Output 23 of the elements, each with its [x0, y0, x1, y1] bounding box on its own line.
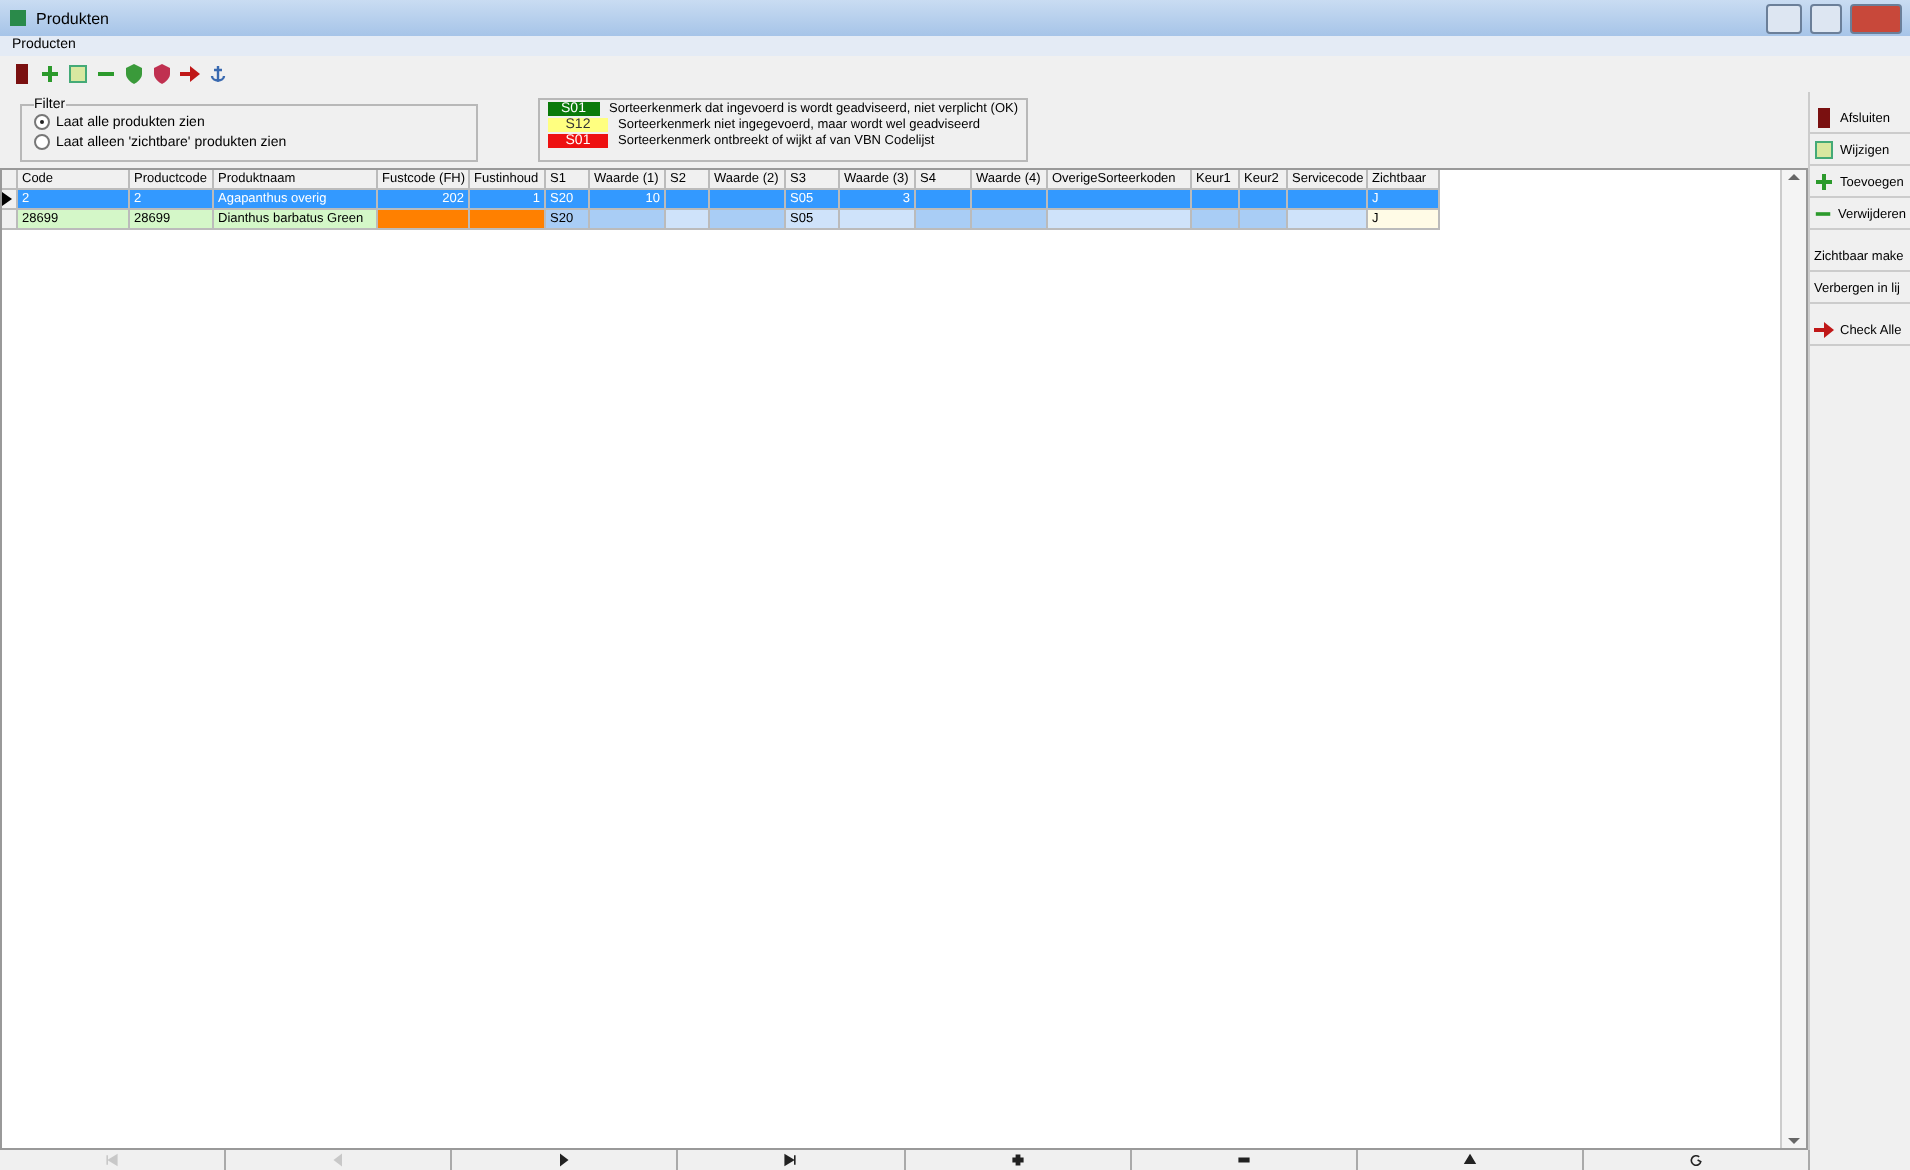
- table-cell: [666, 190, 710, 210]
- minimize-button[interactable]: [1766, 3, 1802, 33]
- radio-icon[interactable]: [34, 114, 50, 130]
- radio-icon[interactable]: [34, 134, 50, 150]
- plus-icon: [1814, 172, 1834, 192]
- maximize-button[interactable]: [1810, 3, 1842, 33]
- scrollbar[interactable]: [1780, 170, 1806, 1148]
- table-cell: [972, 190, 1048, 210]
- arrow-icon: [180, 64, 200, 84]
- table-cell: [710, 190, 786, 210]
- window-title: Produkten: [36, 9, 111, 27]
- scroll-up-icon[interactable]: [1788, 170, 1800, 182]
- close-button[interactable]: [1850, 3, 1902, 33]
- table-cell: [1240, 190, 1288, 210]
- table-cell: [916, 190, 972, 210]
- current-row-icon: [2, 192, 12, 206]
- arrow-icon: [1814, 320, 1834, 340]
- table-cell: [1288, 190, 1368, 210]
- table-cell: [1048, 190, 1192, 210]
- app-icon: [8, 8, 28, 28]
- anchor-icon: [208, 64, 228, 84]
- plus-icon: [40, 64, 60, 84]
- table-cell: [1192, 190, 1240, 210]
